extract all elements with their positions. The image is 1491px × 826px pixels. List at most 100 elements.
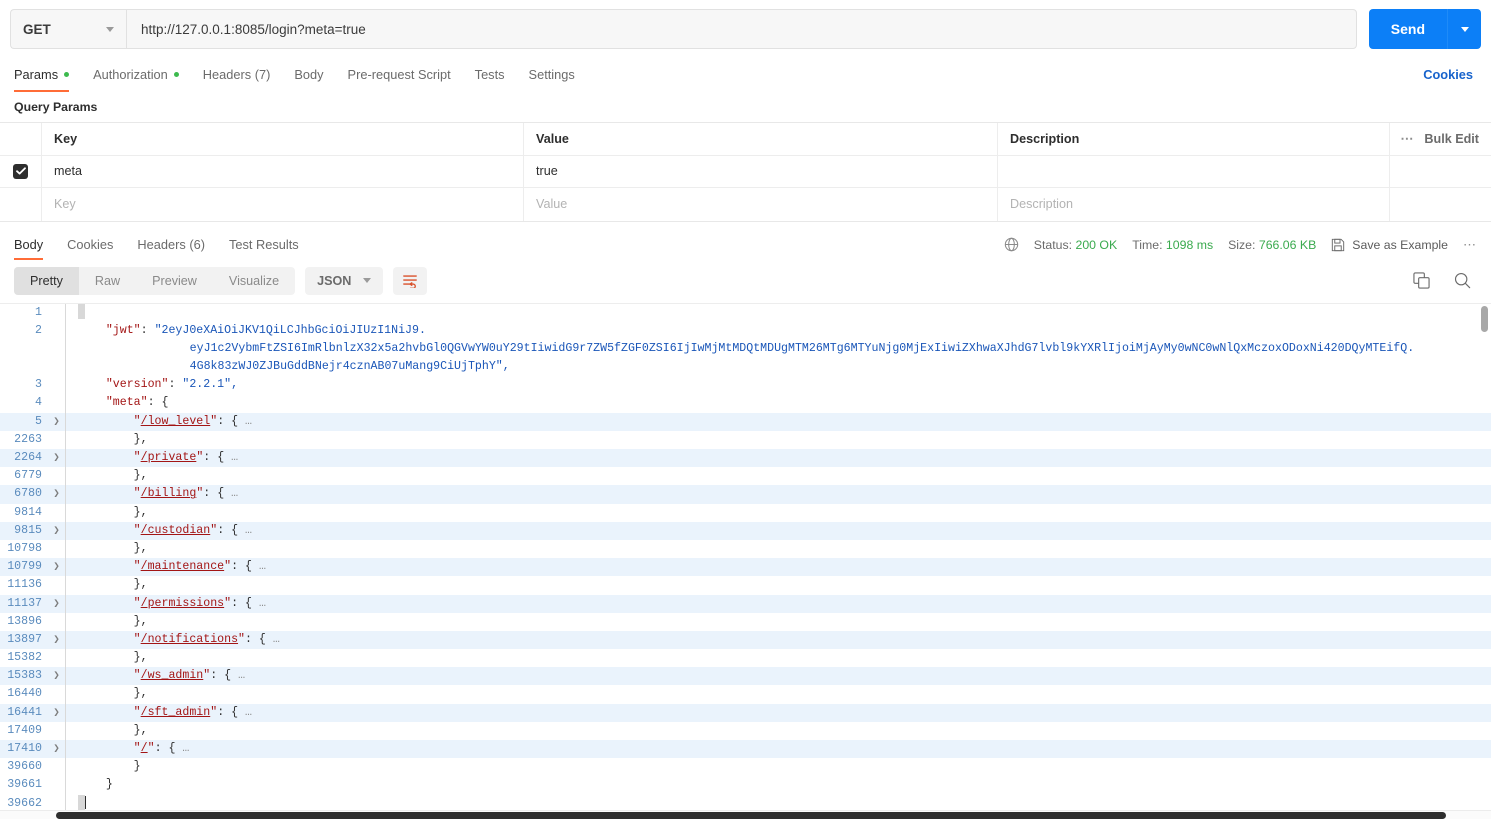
code-text: "/low_level": { … [133, 414, 252, 428]
code-text: }, [133, 578, 148, 592]
view-mode-preview[interactable]: Preview [136, 267, 213, 295]
view-mode-visualize[interactable]: Visualize [213, 267, 295, 295]
line-number: 13897 [7, 632, 42, 646]
vertical-scrollbar-thumb[interactable] [1481, 305, 1488, 332]
code-text: "/permissions": { … [133, 596, 266, 610]
time-label: Time: [1132, 237, 1163, 252]
response-tab-test-results[interactable]: Test Results [229, 228, 299, 262]
save-icon [1331, 238, 1345, 252]
line-number: 4 [35, 396, 42, 410]
code-text: }, [133, 432, 148, 446]
code-line-collapsed-object: 5 ❯ "/low_level": { … [0, 412, 1491, 431]
tab-label: Authorization [93, 67, 168, 82]
chevron-down-icon [106, 26, 114, 32]
row-value-input[interactable]: true [524, 155, 998, 187]
status-value: 200 OK [1075, 237, 1118, 252]
code-text: "/billing": { … [133, 487, 239, 501]
vertical-scrollbar[interactable] [1480, 304, 1489, 819]
line-number: 9814 [14, 505, 42, 519]
copy-icon [1413, 272, 1430, 289]
request-url-bar: GET http://127.0.0.1:8085/login?meta=tru… [0, 0, 1491, 58]
gutter-divider [65, 612, 74, 631]
fold-toggle-icon[interactable]: ❯ [48, 485, 65, 503]
more-options-icon[interactable]: ⋯ [1400, 131, 1414, 147]
table-actions: ⋯ Bulk Edit [1390, 123, 1491, 155]
tab-label: Body [294, 67, 324, 82]
row-enabled-checkbox[interactable] [13, 163, 28, 179]
gutter-divider [65, 558, 74, 577]
fold-toggle-icon[interactable]: ❯ [48, 631, 65, 649]
fold-toggle-icon[interactable]: ❯ [48, 413, 65, 431]
tab-tests[interactable]: Tests [475, 58, 505, 91]
body-toolbar-actions [1413, 272, 1471, 289]
copy-button[interactable] [1413, 272, 1430, 289]
gutter-divider [65, 539, 74, 559]
tab-label: Pre-request Script [347, 67, 451, 82]
fold-toggle-icon[interactable]: ❯ [48, 704, 65, 722]
horizontal-scrollbar[interactable] [0, 809, 1491, 819]
cookies-link[interactable]: Cookies [1423, 67, 1473, 82]
wrap-lines-button[interactable] [393, 266, 428, 295]
code-line: 3 "version": "2.2.1", [0, 376, 1491, 395]
selection-marker [78, 303, 85, 320]
tab-settings[interactable]: Settings [529, 58, 575, 91]
response-more-options-icon[interactable]: ⋯ [1463, 237, 1477, 253]
fold-toggle-icon[interactable]: ❯ [48, 667, 65, 685]
fold-toggle-icon[interactable]: ❯ [48, 558, 65, 576]
response-format-select[interactable]: JSON [305, 266, 384, 295]
empty-row-description-input[interactable]: Description [998, 188, 1390, 221]
response-tab-body[interactable]: Body [14, 228, 44, 262]
fold-toggle-icon[interactable]: ❯ [48, 740, 65, 758]
row-checkbox-cell [0, 155, 42, 187]
empty-row-value-input[interactable]: Value [524, 188, 998, 221]
send-button-group: Send [1368, 9, 1481, 49]
tab-body[interactable]: Body [294, 58, 323, 91]
gutter-divider [65, 449, 74, 468]
code-line-collapsed-object: 2264 ❯ "/private": { … [0, 449, 1491, 468]
size-badge[interactable]: Size: 766.06 KB [1228, 238, 1316, 252]
line-number: 3 [35, 378, 42, 392]
view-mode-segmented-control: Pretty Raw Preview Visualize [14, 266, 296, 295]
request-url-input[interactable]: http://127.0.0.1:8085/login?meta=true [126, 9, 1357, 49]
fold-toggle-icon[interactable]: ❯ [48, 449, 65, 467]
code-text: "/sft_admin": { … [133, 705, 252, 719]
gutter-divider [65, 594, 74, 613]
code-line: 4G8k83zWJ0ZJBuGddBNejr4cznAB07uMang9CiUj… [0, 358, 1491, 377]
response-body-code-viewer[interactable]: 1 2 "jwt": "2eyJ0eXAiOiJKV1QiLCJhbGciOiJI… [0, 302, 1491, 819]
time-value: 1098 ms [1165, 237, 1214, 252]
empty-row-key-input[interactable]: Key [42, 188, 524, 221]
gutter-divider [65, 467, 74, 486]
fold-toggle-icon[interactable]: ❯ [48, 522, 65, 540]
send-options-button[interactable] [1447, 9, 1481, 49]
code-text: "version": "2.2.1", [105, 378, 239, 392]
send-button[interactable]: Send [1368, 9, 1447, 49]
tab-headers[interactable]: Headers (7) [203, 58, 271, 91]
header-key: Key [42, 123, 524, 155]
line-number: 13896 [7, 614, 42, 628]
status-badge[interactable]: Status: 200 OK [1034, 238, 1117, 252]
line-number: 11137 [7, 596, 42, 610]
time-badge[interactable]: Time: 1098 ms [1132, 238, 1213, 252]
code-line-collapsed-object: 15383 ❯ "/ws_admin": { … [0, 667, 1491, 686]
gutter-divider [65, 776, 74, 795]
bulk-edit-button[interactable]: Bulk Edit [1424, 132, 1479, 146]
code-text: }, [133, 687, 148, 701]
tab-pre-request-script[interactable]: Pre-request Script [348, 58, 451, 91]
view-mode-pretty[interactable]: Pretty [14, 266, 79, 295]
tab-params[interactable]: Params [14, 58, 70, 92]
request-tabs: Params Authorization Headers (7) Body Pr… [0, 58, 1491, 92]
http-method-select[interactable]: GET [10, 9, 126, 49]
row-key-input[interactable]: meta [42, 155, 524, 187]
horizontal-scrollbar-thumb[interactable] [56, 811, 1446, 819]
code-text: }, [133, 505, 148, 519]
view-mode-raw[interactable]: Raw [79, 267, 136, 295]
response-tab-headers[interactable]: Headers (6) [137, 228, 205, 262]
fold-toggle-icon[interactable]: ❯ [48, 595, 65, 613]
save-as-example-button[interactable]: Save as Example [1331, 238, 1448, 252]
tab-authorization[interactable]: Authorization [93, 58, 179, 91]
code-text: "/custodian": { … [133, 523, 252, 537]
response-tab-cookies[interactable]: Cookies [67, 228, 113, 262]
search-button[interactable] [1454, 272, 1471, 289]
code-text: eyJ1c2VybmFtZSI6ImRlbnlzX32x5a2hvbGl0QGV… [134, 341, 1415, 355]
row-description-input[interactable] [998, 155, 1390, 187]
